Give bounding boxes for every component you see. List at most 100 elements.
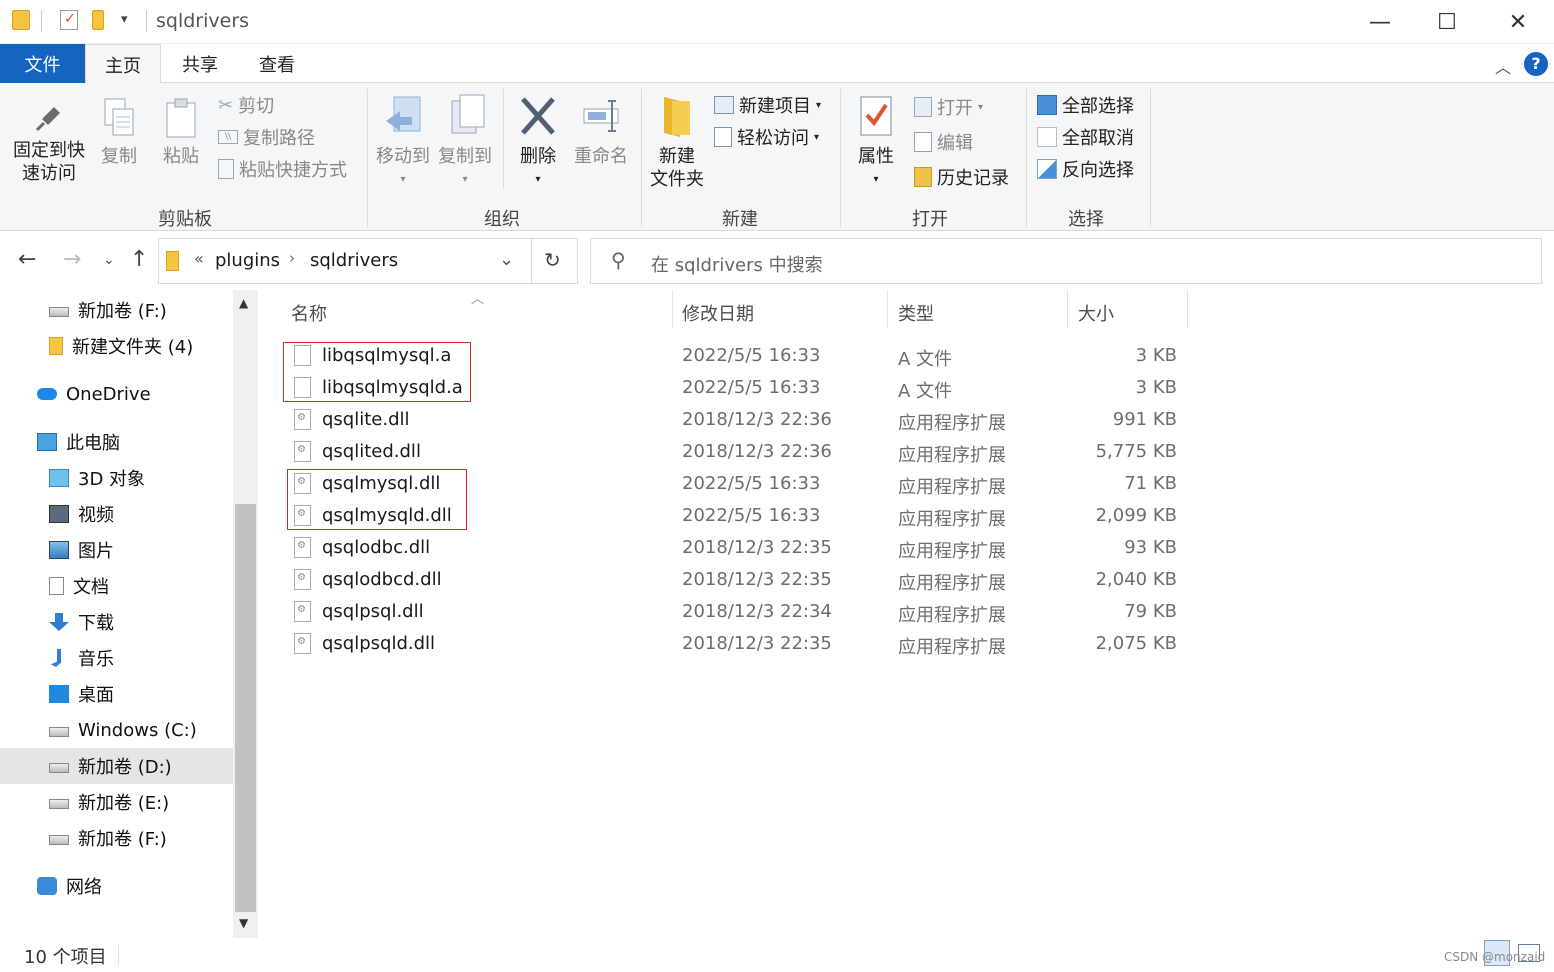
- file-size: 2,099 KB: [1095, 505, 1177, 526]
- select-all-button[interactable]: 全部选择: [1037, 91, 1134, 119]
- dropdown-arrow-icon: ▾: [400, 174, 406, 185]
- chevron-down-icon[interactable]: ⌄: [499, 249, 514, 270]
- column-name[interactable]: 名称: [291, 300, 327, 326]
- nav-item-label: Windows (C:): [78, 719, 197, 741]
- recent-locations-icon[interactable]: ⌄: [103, 252, 115, 268]
- folder-icon: [12, 10, 30, 30]
- table-row[interactable]: qsqlite.dll 2018/12/3 22:36 应用程序扩展 991 KB: [260, 404, 1260, 436]
- cut-button[interactable]: ✂ 剪切: [218, 91, 274, 119]
- close-button[interactable]: ✕: [1483, 0, 1553, 44]
- 3d-objects-icon: [49, 469, 69, 487]
- nav-item-label: 桌面: [78, 685, 114, 706]
- delete-button[interactable]: 删除 ▾: [512, 93, 564, 191]
- status-bar: 10 个项目 CSDN @monzaid: [0, 938, 1554, 972]
- back-icon[interactable]: ←: [18, 247, 36, 272]
- new-item-button[interactable]: 新建项目 ▾: [714, 91, 821, 119]
- help-icon[interactable]: ?: [1524, 52, 1548, 76]
- new-folder-quick-icon[interactable]: [92, 10, 104, 30]
- nav-item[interactable]: 网络: [0, 868, 233, 904]
- copy-path-button[interactable]: \\ 复制路径: [218, 123, 315, 151]
- paste-shortcut-button[interactable]: 粘贴快捷方式: [218, 155, 347, 183]
- copy-to-button[interactable]: 复制到 ▾: [436, 93, 494, 191]
- divider: [1026, 89, 1027, 227]
- nav-item[interactable]: 新建文件夹 (4): [0, 328, 233, 364]
- table-row[interactable]: qsqlpsqld.dll 2018/12/3 22:35 应用程序扩展 2,075 …: [260, 628, 1260, 660]
- invert-selection-button[interactable]: 反向选择: [1037, 155, 1134, 183]
- history-icon: [914, 167, 932, 187]
- collapse-ribbon-icon[interactable]: ︿: [1495, 54, 1511, 78]
- nav-item[interactable]: 桌面: [0, 676, 233, 712]
- column-type[interactable]: 类型: [898, 300, 934, 326]
- nav-item[interactable]: Windows (C:): [0, 712, 233, 748]
- scroll-down-icon[interactable]: ▼: [239, 916, 248, 930]
- copy-button[interactable]: 复制: [94, 97, 144, 168]
- nav-item[interactable]: 文档: [0, 568, 233, 604]
- address-bar[interactable]: « plugins › sqldrivers ⌄ ↻: [158, 238, 578, 284]
- scroll-up-icon[interactable]: ▲: [239, 296, 248, 310]
- nav-item[interactable]: 此电脑: [0, 424, 233, 460]
- easy-access-button[interactable]: 轻松访问 ▾: [714, 123, 819, 151]
- select-none-button[interactable]: 全部取消: [1037, 123, 1134, 151]
- nav-scrollbar[interactable]: ▲ ▼: [233, 290, 258, 938]
- maximize-button[interactable]: ☐: [1412, 0, 1482, 44]
- nav-item[interactable]: 图片: [0, 532, 233, 568]
- tab-view[interactable]: 查看: [243, 44, 311, 83]
- file-list: ︿ 名称 修改日期 类型 大小 libqsqlmysql.a 2022/5/5 1…: [260, 290, 1554, 938]
- table-row[interactable]: qsqlodbc.dll 2018/12/3 22:35 应用程序扩展 93 KB: [260, 532, 1260, 564]
- nav-item-label: 文档: [73, 577, 109, 598]
- column-size[interactable]: 大小: [1078, 300, 1114, 326]
- new-folder-button[interactable]: 新建 文件夹: [646, 93, 708, 191]
- table-row[interactable]: qsqlpsql.dll 2018/12/3 22:34 应用程序扩展 79 KB: [260, 596, 1260, 628]
- refresh-icon[interactable]: ↻: [544, 248, 561, 272]
- drive-icon: [49, 307, 69, 317]
- nav-item[interactable]: 新加卷 (D:): [0, 748, 233, 784]
- column-modified[interactable]: 修改日期: [682, 300, 754, 326]
- nav-item[interactable]: 新加卷 (F:): [0, 292, 233, 328]
- pin-label: 固定到快 速访问: [13, 140, 85, 184]
- tab-file[interactable]: 文件: [0, 44, 85, 83]
- open-button[interactable]: 打开 ▾: [914, 93, 983, 121]
- chevron-right-icon[interactable]: ›: [289, 249, 295, 267]
- scroll-thumb[interactable]: [235, 504, 256, 912]
- search-input[interactable]: 在 sqldrivers 中搜索: [651, 251, 823, 277]
- up-icon[interactable]: ↑: [130, 247, 148, 272]
- minimize-button[interactable]: —: [1345, 0, 1415, 44]
- nav-item[interactable]: 新加卷 (E:): [0, 784, 233, 820]
- divider: [41, 10, 42, 32]
- nav-item[interactable]: 3D 对象: [0, 460, 233, 496]
- nav-item[interactable]: 视频: [0, 496, 233, 532]
- forward-icon[interactable]: →: [63, 247, 81, 272]
- file-name: qsqlite.dll: [322, 409, 410, 430]
- copy-to-label: 复制到: [438, 146, 492, 167]
- table-row[interactable]: qsqlited.dll 2018/12/3 22:36 应用程序扩展 5,775 K…: [260, 436, 1260, 468]
- sort-ascending-icon: ︿: [471, 292, 485, 307]
- highlight-box: [287, 469, 467, 530]
- nav-item[interactable]: 下载: [0, 604, 233, 640]
- drive-icon: [49, 799, 69, 809]
- file-name: qsqlodbc.dll: [322, 537, 431, 558]
- properties-button[interactable]: 属性 ▾: [850, 93, 902, 191]
- file-size: 991 KB: [1112, 409, 1177, 430]
- nav-item[interactable]: OneDrive: [0, 376, 233, 412]
- file-size: 5,775 KB: [1095, 441, 1177, 462]
- move-to-button[interactable]: 移动到 ▾: [374, 93, 432, 191]
- tab-home[interactable]: 主页: [85, 44, 161, 84]
- breadcrumb-overflow[interactable]: «: [194, 249, 204, 268]
- rename-button[interactable]: 重命名: [570, 93, 632, 168]
- table-row[interactable]: qsqlodbcd.dll 2018/12/3 22:35 应用程序扩展 2,040 …: [260, 564, 1260, 596]
- nav-item[interactable]: 新加卷 (F:): [0, 820, 233, 856]
- video-icon: [49, 505, 69, 523]
- pin-to-quick-access-button[interactable]: 固定到快 速访问: [8, 101, 90, 185]
- breadcrumb-sqldrivers[interactable]: sqldrivers: [310, 250, 398, 271]
- properties-quick-icon[interactable]: [60, 10, 78, 30]
- edit-button[interactable]: 编辑: [914, 128, 973, 156]
- tab-share[interactable]: 共享: [166, 44, 234, 83]
- nav-item[interactable]: 音乐: [0, 640, 233, 676]
- paste-button[interactable]: 粘贴: [156, 97, 206, 168]
- delete-label: 删除: [520, 146, 556, 167]
- quick-access-dropdown-icon[interactable]: ▾: [121, 12, 128, 27]
- select-all-label: 全部选择: [1062, 96, 1134, 117]
- breadcrumb-plugins[interactable]: plugins: [215, 250, 280, 271]
- history-button[interactable]: 历史记录: [914, 163, 1009, 191]
- search-box[interactable]: ⚲ 在 sqldrivers 中搜索: [590, 238, 1542, 284]
